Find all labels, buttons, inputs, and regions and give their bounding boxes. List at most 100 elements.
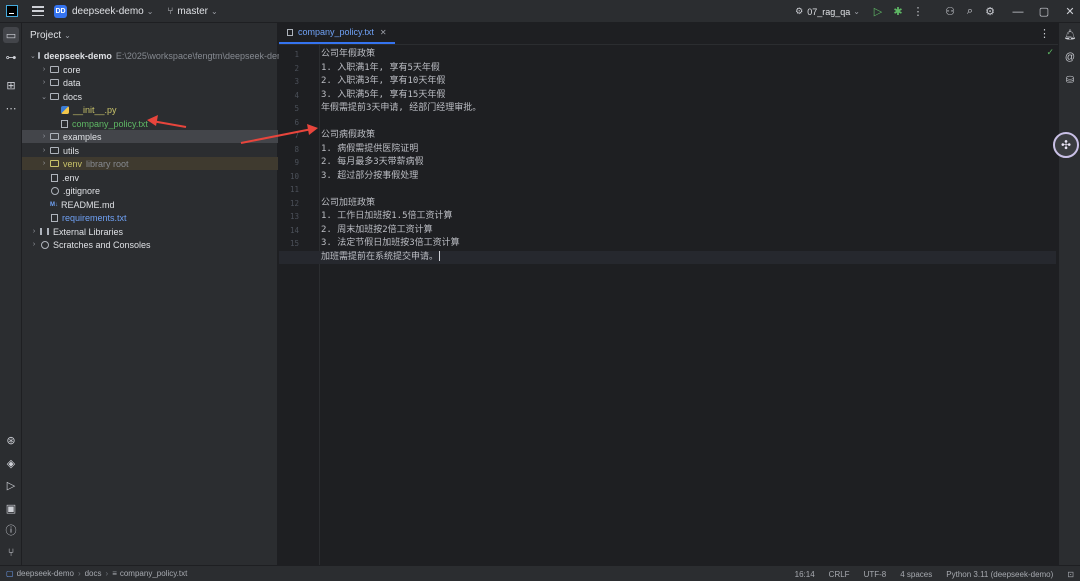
file-icon (51, 173, 58, 182)
code-line[interactable]: 公司病假政策 (321, 129, 375, 142)
tree-item-requirements[interactable]: requirements.txt (22, 211, 278, 224)
floating-assistant-icon[interactable]: ✣ (1053, 132, 1079, 158)
project-panel-header[interactable]: Project ⌄ (22, 23, 277, 47)
search-icon[interactable]: ⌕ (960, 2, 980, 22)
project-panel: Project ⌄ ⌄ deepseek-demo E:\2025\worksp… (22, 23, 290, 565)
database-icon[interactable]: ⛁ (1062, 72, 1078, 88)
git-icon[interactable]: ⑂ (3, 545, 19, 561)
chevron-down-icon[interactable]: ⌄ (40, 93, 48, 101)
code-line[interactable]: 3. 法定节假日加班按3倍工资计算 (321, 237, 460, 250)
line-number: 15 (289, 239, 299, 248)
branch-switcher[interactable]: master (177, 6, 208, 17)
code-line[interactable]: 加班需提前在系统提交申请。 (321, 251, 441, 264)
tree-item-scratches[interactable]: › Scratches and Consoles (22, 238, 278, 251)
chevron-right-icon[interactable]: › (40, 147, 48, 154)
more-actions-icon[interactable]: ⋮ (908, 2, 928, 22)
debug-button[interactable]: ✱ (888, 2, 908, 22)
tree-item-examples[interactable]: › examples (22, 130, 278, 143)
tab-company-policy[interactable]: company_policy.txt ✕ (279, 22, 395, 44)
folder-icon (50, 147, 59, 154)
structure-icon[interactable]: ⊞ (3, 77, 19, 93)
git-branch-icon[interactable]: ⑂ (167, 6, 173, 17)
chevron-right-icon[interactable]: › (40, 133, 48, 140)
line-number: 7 (294, 131, 299, 140)
line-ending[interactable]: CRLF (829, 570, 850, 579)
tree-item-label: venv (63, 158, 83, 169)
notifications-icon[interactable]: 🔔︎ (1062, 27, 1078, 43)
caret-position[interactable]: 16:14 (795, 570, 815, 579)
folder-icon (50, 66, 59, 73)
folder-icon (50, 79, 59, 86)
tree-item-gitignore[interactable]: .gitignore (22, 184, 278, 197)
tree-item-company-policy[interactable]: company_policy.txt (22, 117, 278, 130)
close-tab-icon[interactable]: ✕ (380, 28, 387, 37)
python-interpreter[interactable]: Python 3.11 (deepseek-demo) (946, 570, 1053, 579)
chevron-down-icon[interactable]: ⌄ (211, 7, 218, 16)
inspection-ok-icon[interactable]: ✓ (1046, 47, 1054, 58)
text-file-icon: ≡ (112, 569, 117, 578)
add-user-icon[interactable]: ⚇ (940, 2, 960, 22)
chevron-right-icon[interactable]: › (30, 228, 38, 235)
minimize-button[interactable]: — (1008, 2, 1028, 22)
run-config-selector[interactable]: 07_rag_qa (807, 7, 850, 17)
chevron-down-icon[interactable]: ⌄ (64, 31, 71, 40)
chevron-down-icon[interactable]: ⌄ (147, 7, 154, 16)
settings-gear-icon[interactable]: ⚙ (980, 2, 1000, 22)
code-line-text: 加班需提前在系统提交申请。 (321, 251, 439, 262)
project-badge[interactable]: DD (54, 4, 67, 18)
code-line[interactable]: 2. 每月最多3天带薪病假 (321, 156, 424, 169)
chevron-right-icon[interactable]: › (40, 66, 48, 73)
chevron-right-icon[interactable]: › (40, 79, 48, 86)
module-icon: ▢ (6, 569, 14, 578)
code-line[interactable]: 3. 超过部分按事假处理 (321, 170, 418, 183)
tree-item-data[interactable]: › data (22, 76, 278, 89)
commit-icon[interactable]: ⊶ (3, 49, 19, 65)
tree-item-docs[interactable]: ⌄ docs (22, 90, 278, 103)
line-number: 3 (294, 77, 299, 86)
tree-item-external-libraries[interactable]: › External Libraries (22, 225, 278, 238)
code-line[interactable]: 2. 入职满3年, 享有10天年假 (321, 75, 445, 88)
chevron-down-icon[interactable]: ⌄ (30, 52, 36, 60)
lock-icon[interactable]: ⊡ (1067, 570, 1074, 579)
code-line[interactable]: 1. 工作日加班按1.5倍工资计算 (321, 210, 453, 223)
code-line[interactable]: 年假需提前3天申请, 经部门经理审批。 (321, 102, 481, 115)
tree-item-init-py[interactable]: __init__.py (22, 103, 278, 116)
tree-item-core[interactable]: › core (22, 63, 278, 76)
tree-item-readme[interactable]: M↓ README.md (22, 198, 278, 211)
chevron-right-icon[interactable]: › (30, 241, 38, 248)
code-line[interactable]: 1. 入职满1年, 享有5天年假 (321, 62, 440, 75)
code-line[interactable]: 3. 入职满5年, 享有15天年假 (321, 89, 445, 102)
code-line[interactable]: 1. 病假需提供医院证明 (321, 143, 418, 156)
tree-item-env[interactable]: .env (22, 171, 278, 184)
ai-assistant-icon[interactable]: @ (1062, 49, 1078, 65)
run-button[interactable]: ▷ (868, 2, 888, 22)
maximize-button[interactable]: ▢ (1034, 2, 1054, 22)
tab-options-icon[interactable]: ⋮ (1039, 27, 1050, 40)
line-number: 10 (289, 171, 299, 181)
run-icon[interactable]: ▷ (3, 477, 19, 493)
project-switcher[interactable]: deepseek-demo (72, 6, 144, 17)
chevron-down-icon[interactable]: ⌄ (853, 7, 860, 16)
close-button[interactable]: ✕ (1060, 2, 1080, 22)
code-line[interactable]: 公司加班政策 (321, 197, 375, 210)
terminal-icon[interactable]: ▣ (3, 500, 19, 516)
indent-setting[interactable]: 4 spaces (900, 570, 932, 579)
tree-item-utils[interactable]: › utils (22, 144, 278, 157)
python-console-icon[interactable]: ⊛ (3, 432, 19, 448)
breadcrumb-folder[interactable]: docs (85, 569, 102, 578)
main-menu-icon[interactable] (32, 6, 44, 16)
breadcrumb-project[interactable]: deepseek-demo (17, 569, 74, 578)
more-icon[interactable]: ⋯ (3, 100, 19, 116)
code-line[interactable]: 2. 周末加班按2倍工资计算 (321, 224, 433, 237)
tree-root[interactable]: ⌄ deepseek-demo E:\2025\workspace\fengtm… (22, 49, 290, 62)
chevron-right-icon[interactable]: › (40, 160, 48, 167)
layers-icon[interactable]: ◈ (3, 455, 19, 471)
folder-icon[interactable]: ▭ (3, 27, 19, 43)
tree-item-label: core (63, 64, 81, 75)
file-encoding[interactable]: UTF-8 (864, 570, 887, 579)
text-file-icon (287, 28, 293, 36)
problems-icon[interactable]: ⓘ (3, 522, 19, 538)
code-line[interactable]: 公司年假政策 (321, 48, 375, 61)
breadcrumb-file[interactable]: company_policy.txt (120, 569, 187, 578)
tree-item-venv[interactable]: › venv library root (22, 157, 278, 170)
